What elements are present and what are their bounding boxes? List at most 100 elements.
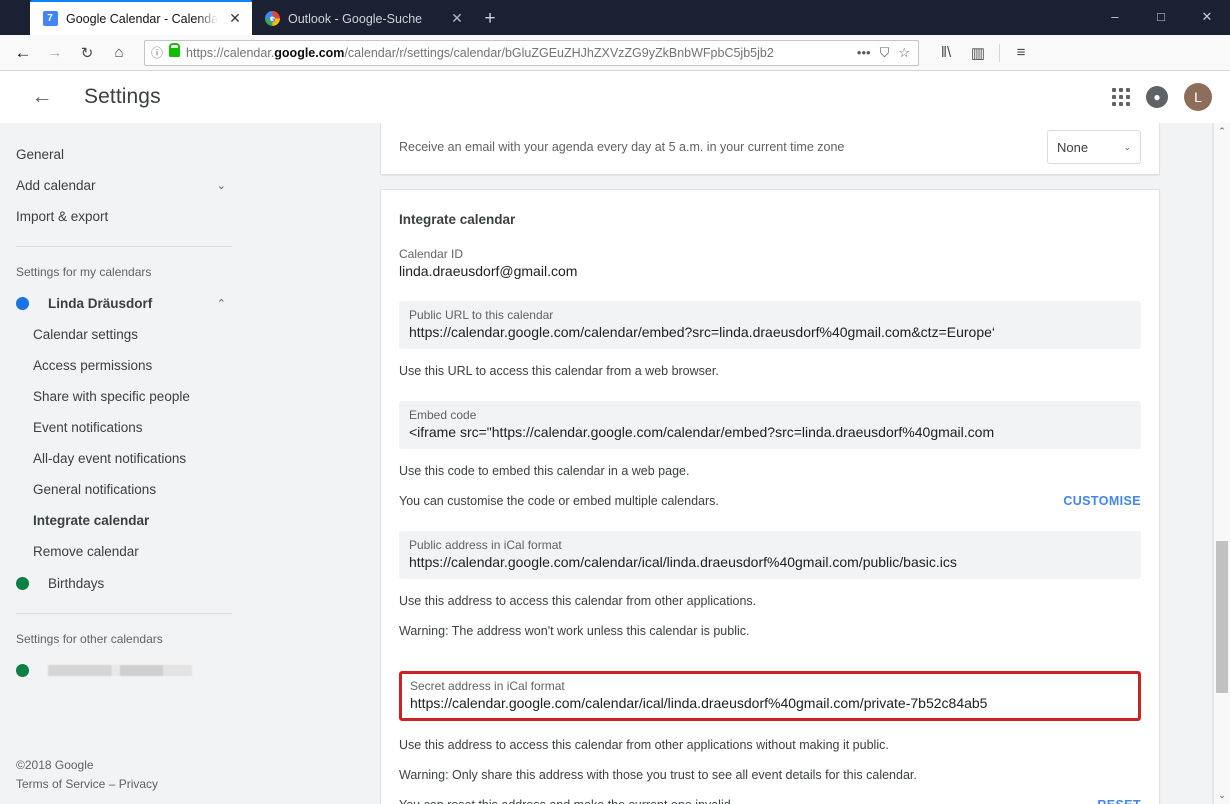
sidebar-item-access-permissions[interactable]: Access permissions xyxy=(0,350,248,381)
content-scroll-area[interactable]: Receive an email with your agenda every … xyxy=(248,123,1230,804)
sidebar-item-remove-calendar[interactable]: Remove calendar xyxy=(0,536,248,567)
public-url-value: https://calendar.google.com/calendar/emb… xyxy=(409,324,996,340)
public-ical-value: https://calendar.google.com/calendar/ica… xyxy=(409,554,957,570)
scroll-down-arrow[interactable]: ⌄ xyxy=(1214,787,1230,804)
secret-ical-note: Use this address to access this calendar… xyxy=(399,738,889,752)
toolbar-divider xyxy=(999,43,1000,62)
embed-code-label: Embed code xyxy=(409,408,477,422)
scroll-up-arrow[interactable]: ⌃ xyxy=(1214,123,1230,140)
shield-icon[interactable]: ⛉ xyxy=(880,45,890,61)
app-header: ← Settings ● L xyxy=(0,71,1230,123)
browser-titlebar: 7 Google Calendar - Calendar settings ✕ … xyxy=(0,0,1230,35)
tab-title: Google Calendar - Calendar settings xyxy=(66,11,218,26)
sidebar-calendar-other-redacted[interactable] xyxy=(0,654,248,686)
customise-button[interactable]: CUSTOMISE xyxy=(1063,494,1141,508)
close-icon[interactable]: ✕ xyxy=(448,10,466,28)
browser-tab-1[interactable]: 7 Google Calendar - Calendar settings ✕ xyxy=(30,0,252,35)
secret-ical-value: https://calendar.google.com/calendar/ica… xyxy=(410,695,988,711)
sidebar-item-integrate-calendar[interactable]: Integrate calendar xyxy=(0,505,248,536)
address-bar[interactable]: ⓘ https://calendar.google.com/calendar/r… xyxy=(144,39,919,66)
redacted-calendar-name xyxy=(48,664,192,676)
sidebar-footer: ©2018 Google Terms of Service – Privacy xyxy=(0,756,174,794)
sidebar-item-label: General xyxy=(16,147,65,162)
chevron-down-icon: ⌄ xyxy=(1123,141,1131,152)
close-icon[interactable]: ✕ xyxy=(226,10,244,28)
minimize-button[interactable]: – xyxy=(1092,0,1138,33)
public-url-label: Public URL to this calendar xyxy=(409,308,554,322)
secret-ical-reset-note: You can reset this address and make the … xyxy=(399,798,734,804)
back-arrow-icon[interactable]: ← xyxy=(24,79,60,115)
close-window-button[interactable]: ✕ xyxy=(1184,0,1230,33)
sidebar-item-general[interactable]: General xyxy=(0,139,248,170)
sidebar-calendar-linda[interactable]: Linda Dräusdorf ⌃ xyxy=(0,287,248,319)
sidebar-item-label: Import & export xyxy=(16,209,109,224)
public-url-note: Use this URL to access this calendar fro… xyxy=(399,364,719,378)
integrate-calendar-card: Integrate calendar Calendar ID linda.dra… xyxy=(380,189,1160,804)
daily-agenda-select[interactable]: None ⌄ xyxy=(1047,130,1141,164)
google-icon: G xyxy=(264,11,280,27)
public-url-field[interactable]: Public URL to this calendar https://cale… xyxy=(399,301,1141,349)
library-icon[interactable]: ‖\ xyxy=(931,39,961,67)
sidebar-toggle-icon[interactable]: ▥ xyxy=(963,39,993,67)
bookmark-star-icon[interactable]: ☆ xyxy=(898,45,910,61)
sidebar-item-add-calendar[interactable]: Add calendar ⌄ xyxy=(0,170,248,201)
menu-icon[interactable]: ≡ xyxy=(1006,39,1036,67)
browser-window: 7 Google Calendar - Calendar settings ✕ … xyxy=(0,0,1230,804)
integrate-calendar-title: Integrate calendar xyxy=(399,212,516,227)
settings-content: Receive an email with your agenda every … xyxy=(248,123,1230,804)
select-value: None xyxy=(1057,139,1089,155)
secret-ical-field[interactable]: Secret address in iCal format https://ca… xyxy=(399,671,1141,721)
public-ical-note: Use this address to access this calendar… xyxy=(399,594,757,608)
sidebar-item-general-notifications[interactable]: General notifications xyxy=(0,474,248,505)
browser-tab-2[interactable]: G Outlook - Google-Suche ✕ xyxy=(252,2,474,35)
calendar-color-dot xyxy=(16,663,29,677)
lock-icon xyxy=(169,43,181,57)
calendar-id-value: linda.draeusdorf@gmail.com xyxy=(399,263,578,279)
bell-icon[interactable]: ● xyxy=(1146,86,1168,108)
daily-agenda-card: Receive an email with your agenda every … xyxy=(380,123,1160,175)
public-ical-warning: Warning: The address won't work unless t… xyxy=(399,624,750,638)
daily-agenda-description: Receive an email with your agenda every … xyxy=(399,123,1141,164)
embed-code-field[interactable]: Embed code <iframe src="https://calendar… xyxy=(399,401,1141,449)
footer-links[interactable]: Terms of Service – Privacy xyxy=(16,775,158,794)
sidebar-item-all-day-event-notifications[interactable]: All-day event notifications xyxy=(0,443,248,474)
embed-customise-note: You can customise the code or embed mult… xyxy=(399,494,719,508)
scrollbar-thumb[interactable] xyxy=(1216,541,1228,693)
secret-ical-warning: Warning: Only share this address with th… xyxy=(399,768,917,782)
vertical-scrollbar[interactable]: ⌃ ⌄ xyxy=(1213,123,1230,804)
calendar-icon: 7 xyxy=(42,11,58,27)
page-actions-icon[interactable]: ••• xyxy=(857,45,871,60)
settings-sidebar: General Add calendar ⌄ Import & export S… xyxy=(0,123,248,804)
sidebar-heading-my-calendars: Settings for my calendars xyxy=(16,265,152,279)
calendar-color-dot xyxy=(16,576,29,590)
sidebar-heading-other-calendars: Settings for other calendars xyxy=(16,632,163,646)
secret-ical-label: Secret address in iCal format xyxy=(410,679,565,693)
window-controls: – □ ✕ xyxy=(1092,0,1230,35)
web-page: ← Settings ● L General Add calendar ⌄ Im… xyxy=(0,71,1230,804)
sidebar-item-import-export[interactable]: Import & export xyxy=(0,201,248,232)
calendar-color-dot xyxy=(16,296,29,310)
public-ical-field[interactable]: Public address in iCal format https://ca… xyxy=(399,531,1141,579)
forward-icon[interactable]: → xyxy=(40,39,70,67)
chevron-down-icon: ⌄ xyxy=(216,180,226,192)
page-title: Settings xyxy=(84,85,161,108)
sidebar-item-event-notifications[interactable]: Event notifications xyxy=(0,412,248,443)
home-icon[interactable]: ⌂ xyxy=(104,39,134,67)
back-icon[interactable]: ← xyxy=(8,39,38,67)
avatar[interactable]: L xyxy=(1184,83,1212,111)
sidebar-calendar-birthdays[interactable]: Birthdays xyxy=(0,567,248,599)
embed-code-value: <iframe src="https://calendar.google.com… xyxy=(409,424,995,440)
browser-navbar: ← → ↻ ⌂ ⓘ https://calendar.google.com/ca… xyxy=(0,35,1230,71)
maximize-button[interactable]: □ xyxy=(1138,0,1184,33)
site-info-icon[interactable]: ⓘ xyxy=(151,44,163,61)
calendar-name: Birthdays xyxy=(48,575,105,591)
apps-grid-icon[interactable] xyxy=(1112,88,1130,106)
sidebar-item-share-with-specific-people[interactable]: Share with specific people xyxy=(0,381,248,412)
embed-code-note: Use this code to embed this calendar in … xyxy=(399,464,690,478)
chevron-up-icon: ⌃ xyxy=(216,297,226,310)
new-tab-button[interactable]: + xyxy=(474,2,506,35)
url-text: https://calendar.google.com/calendar/r/s… xyxy=(186,45,774,60)
sidebar-item-calendar-settings[interactable]: Calendar settings xyxy=(0,319,248,350)
reload-icon[interactable]: ↻ xyxy=(72,39,102,67)
reset-button[interactable]: RESET xyxy=(1097,798,1141,804)
